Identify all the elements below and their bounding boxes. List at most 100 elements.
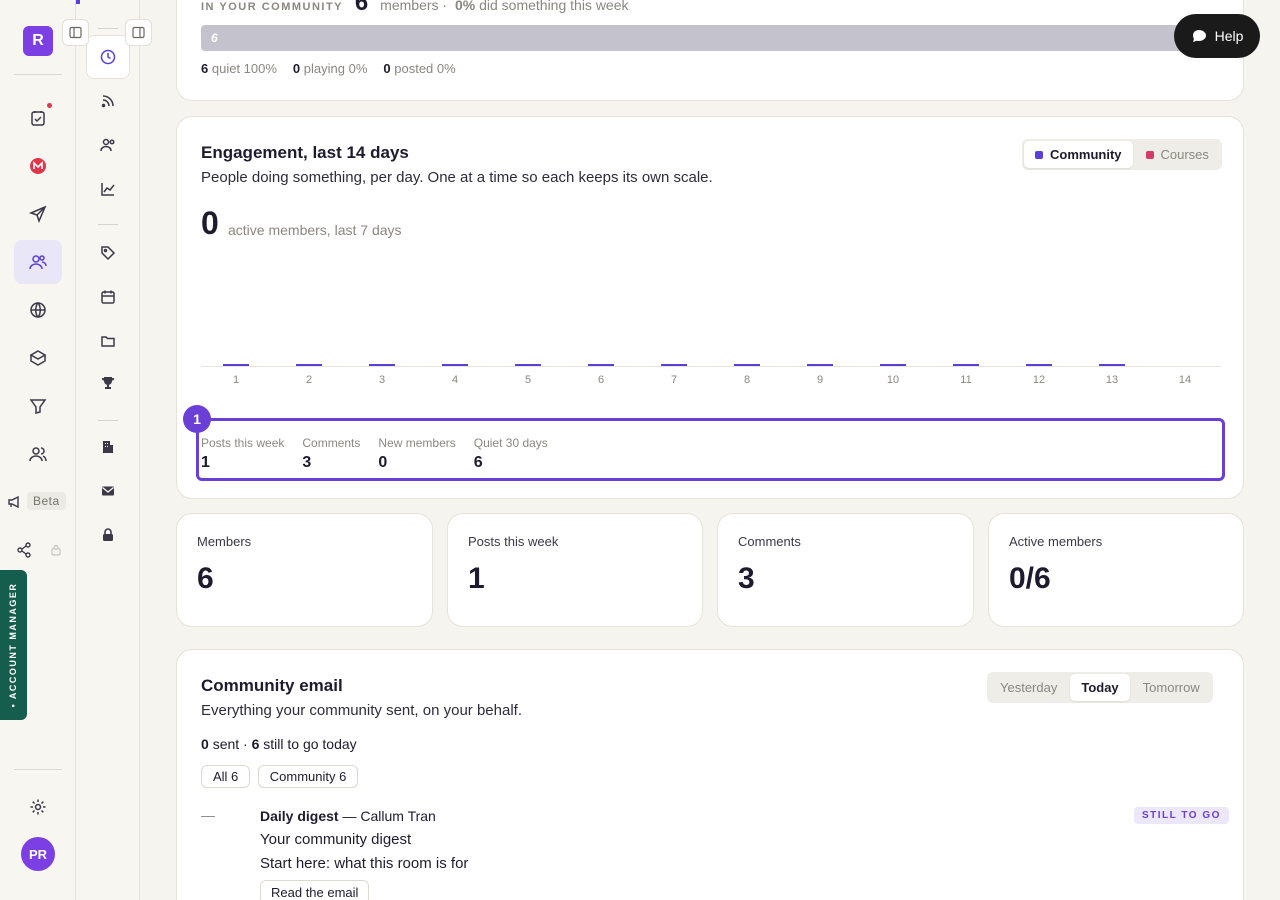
overview-count: 6 [354,0,369,16]
quiet-bar: 6 [201,25,1221,51]
day-tomorrow[interactable]: Tomorrow [1132,674,1211,701]
people-icon[interactable] [86,123,130,167]
chart-x-tick: 13 [1106,374,1118,386]
chart-bar[interactable] [442,364,468,366]
lock-small-icon [36,528,76,572]
stat-card-value: 3 [738,562,755,595]
calendar-icon[interactable] [86,275,130,319]
chart-bar[interactable] [1026,364,1052,366]
email-summary: 0 sent · 6 still to go today [201,736,357,752]
chart-x-tick: 7 [671,374,677,386]
funnel-icon[interactable] [14,384,62,428]
primary-sidebar: R Beta • ACCOUNT MANAGER PR [0,0,76,900]
email-item-heading: Daily digest — Callum Tran [260,808,436,824]
trophy-icon[interactable] [86,361,130,405]
stat-comments: Comments 3 [302,436,361,471]
overview-breakdown: 6 quiet 100% 0 playing 0% 0 posted 0% [201,61,456,76]
day-yesterday[interactable]: Yesterday [989,674,1068,701]
stat-card-value: 1 [468,562,485,595]
chart-bar[interactable] [953,364,979,366]
read-email-button[interactable]: Read the email [260,880,370,900]
globe-icon[interactable] [14,288,62,332]
community-swatch [1035,150,1043,159]
chart-bar[interactable] [296,364,322,366]
account-manager-label: • ACCOUNT MANAGER [8,582,18,708]
status-badge: STILL TO GO [1134,807,1229,824]
stat-quiet: Quiet 30 days 6 [473,436,548,471]
day-today[interactable]: Today [1070,674,1130,701]
chart-x-tick: 12 [1033,374,1045,386]
engagement-toggle: Community Courses [1022,139,1222,170]
collapse-sidebar-icon[interactable] [62,19,89,46]
community-overview-card: IN YOUR COMMUNITY 6 members · 0% did som… [176,0,1244,101]
email-item-dash: — [201,807,215,823]
activity-clock-icon[interactable] [86,35,130,79]
community-icon[interactable] [14,240,62,284]
chip-all[interactable]: All 6 [201,765,251,788]
active-members-stat-card: Active members 0/6 [988,513,1244,627]
members-icon[interactable] [14,432,62,476]
lock-icon[interactable] [86,513,130,557]
chart-bar[interactable] [807,364,833,366]
divider [98,224,118,225]
comments-stat-card: Comments 3 [717,513,974,627]
workspace-logo[interactable]: R [23,26,53,56]
chat-bubble-icon [1192,30,1206,42]
analytics-icon[interactable] [86,167,130,211]
chart-bar[interactable] [661,364,687,366]
stat-card-label: Active members [1009,534,1103,549]
engagement-title: Engagement, last 14 days [201,143,409,162]
chart-bar[interactable] [1099,364,1125,366]
overview-headline: IN YOUR COMMUNITY 6 members · 0% did som… [201,0,629,17]
chart-x-tick: 6 [598,374,604,386]
chart-x-tick: 4 [452,374,458,386]
avatar[interactable]: PR [21,837,55,871]
notification-dot [47,103,52,108]
divider [98,420,118,421]
feed-icon[interactable] [86,79,130,123]
chart-x-tick: 2 [306,374,312,386]
envelope-icon[interactable] [86,469,130,513]
overview-eyebrow: IN YOUR COMMUNITY [201,1,344,13]
folder-icon[interactable] [86,319,130,363]
chart-bar[interactable] [223,364,249,366]
mail-brand-icon[interactable] [14,144,62,188]
quiet-bar-label: 6 [211,31,218,45]
tag-icon[interactable] [86,231,130,275]
chart-bar[interactable] [515,364,541,366]
courses-icon[interactable] [14,336,62,380]
engagement-subtitle: People doing something, per day. One at … [201,169,713,186]
chip-community[interactable]: Community 6 [257,765,359,788]
divider [14,769,62,770]
breakdown-quiet: 6 quiet 100% [201,61,277,76]
chart-x-tick: 3 [379,374,385,386]
secondary-sidebar [76,0,140,900]
help-label: Help [1214,28,1244,44]
divider [98,28,118,29]
step-marker: 1 [183,405,211,433]
stat-posts: Posts this week 1 [201,436,285,471]
help-button[interactable]: Help [1174,14,1260,58]
send-icon[interactable] [14,192,62,236]
toggle-courses[interactable]: Courses [1135,141,1220,168]
settings-icon[interactable] [14,785,62,829]
email-filter-chips: All 6 Community 6 [201,765,361,788]
posts-stat-card: Posts this week 1 [447,513,703,627]
beta-badge: Beta [27,492,66,510]
overview-did-text: did something this week [479,0,629,13]
active-label: active members, last 7 days [228,222,402,238]
engagement-chart: 1 2 3 4 5 6 7 8 9 10 11 12 13 14 [201,364,1221,386]
account-manager-tab[interactable]: • ACCOUNT MANAGER [0,570,27,720]
chart-bar[interactable] [734,364,760,366]
tasks-icon[interactable] [14,96,62,140]
collapse-panel-icon[interactable] [125,19,152,46]
engagement-card: Engagement, last 14 days People doing so… [176,116,1244,499]
chart-bar[interactable] [880,364,906,366]
chart-x-tick: 10 [887,374,899,386]
building-icon[interactable] [86,425,130,469]
chart-bar[interactable] [588,364,614,366]
toggle-community[interactable]: Community [1024,141,1133,168]
chart-bar[interactable] [369,364,395,366]
breakdown-posted: 0 posted 0% [383,61,456,76]
megaphone-icon[interactable] [0,480,28,524]
